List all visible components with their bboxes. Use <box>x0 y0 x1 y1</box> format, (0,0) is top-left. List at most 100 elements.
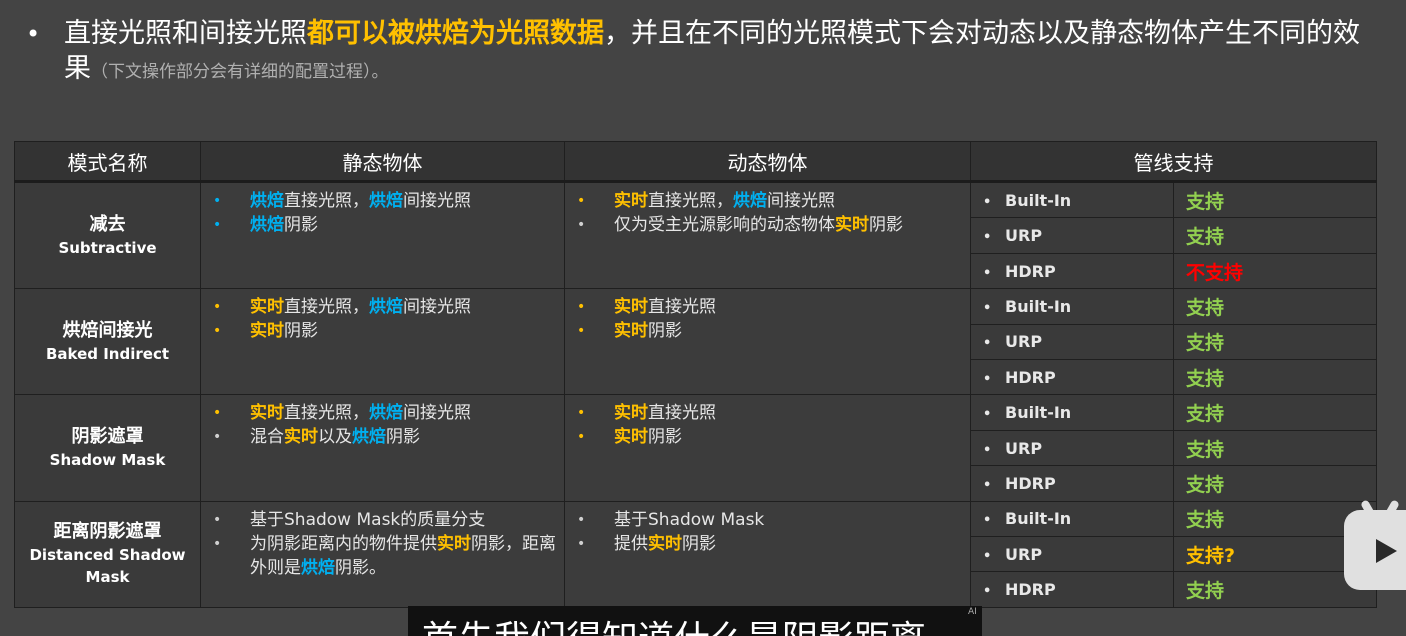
table-body: 减去Subtractive烘焙直接光照，烘焙间接光照烘焙阴影实时直接光照，烘焙间… <box>14 180 1377 609</box>
list-text: 混合 <box>250 427 284 448</box>
table-header-row: 模式名称 静态物体 动态物体 管线支持 <box>14 141 1377 183</box>
bilibili-tv-play-icon[interactable] <box>1344 499 1406 590</box>
list-item: 实时直接光照 <box>577 295 962 319</box>
static-bullet-list: 实时直接光照，烘焙间接光照实时阴影 <box>201 295 564 343</box>
list-text: 阴影 <box>386 427 420 448</box>
highlight-term: 实时 <box>614 427 648 448</box>
list-text: 直接光照， <box>284 403 369 424</box>
support-status: 支持 <box>1173 217 1377 254</box>
subtitle-text: 首先我们得知道什么是阴影距离 <box>422 610 926 636</box>
pipeline-name: HDRP <box>1005 367 1056 387</box>
mode-name-en: Subtractive <box>58 238 157 257</box>
list-text: 直接光照， <box>648 191 733 211</box>
list-text: 阴影 <box>284 215 318 235</box>
list-text: 阴影。 <box>335 557 386 578</box>
static-bullet-list: 烘焙直接光照，烘焙间接光照烘焙阴影 <box>201 189 564 237</box>
dynamic-bullet-list: 基于Shadow Mask提供实时阴影 <box>565 508 970 556</box>
list-item: 烘焙直接光照，烘焙间接光照 <box>213 189 556 213</box>
list-item: 仅为受主光源影响的动态物体实时阴影 <box>577 213 962 237</box>
dynamic-objects-cell: 实时直接光照，烘焙间接光照仅为受主光源影响的动态物体实时阴影 <box>564 180 971 290</box>
list-text: 基于Shadow Mask的质量分支 <box>250 509 486 530</box>
list-text: 阴影 <box>648 427 682 448</box>
support-status: 支持 <box>1173 180 1377 219</box>
pipeline-name-cell: • HDRP <box>970 252 1174 290</box>
list-text: 间接光照 <box>403 297 471 318</box>
list-text: 直接光照 <box>648 297 716 318</box>
pipeline-name: HDRP <box>1005 580 1056 600</box>
list-text: 阴影 <box>869 215 903 235</box>
pipeline-name-cell: • Built-In <box>970 500 1174 538</box>
lighting-mode-table: 模式名称 静态物体 动态物体 管线支持 减去Subtractive烘焙直接光照，… <box>14 141 1377 609</box>
list-text: 直接光照， <box>284 297 369 318</box>
static-objects-cell: 基于Shadow Mask的质量分支为阴影距离内的物件提供实时阴影，距离外则是烘… <box>200 500 565 609</box>
list-text: 间接光照 <box>767 191 835 211</box>
list-item: 提供实时阴影 <box>577 532 962 556</box>
static-bullet-list: 实时直接光照，烘焙间接光照混合实时以及烘焙阴影 <box>201 401 564 449</box>
header-mode-name: 模式名称 <box>14 141 201 183</box>
highlight-term: 实时 <box>614 403 648 424</box>
pipeline-name-cell: • URP <box>970 217 1174 254</box>
mode-name-cn: 阴影遮罩 <box>71 426 144 448</box>
highlight-term: 烘焙 <box>369 403 403 424</box>
pipeline-bullet: • <box>983 407 992 423</box>
highlight-term: 实时 <box>648 533 682 554</box>
support-status: 支持 <box>1173 465 1377 502</box>
list-text: 直接光照 <box>648 403 716 424</box>
pipeline-bullet: • <box>983 300 992 316</box>
pipeline-name-cell: • HDRP <box>970 571 1174 608</box>
list-text: 阴影 <box>682 533 716 554</box>
pipeline-bullet: • <box>983 584 992 600</box>
pipeline-name-cell: • URP <box>970 429 1174 467</box>
pipeline-name-cell: • Built-In <box>970 394 1174 431</box>
highlight-term: 实时 <box>437 533 471 554</box>
static-objects-cell: 烘焙直接光照，烘焙间接光照烘焙阴影 <box>200 180 565 290</box>
highlight-term: 实时 <box>835 215 869 235</box>
pipeline-bullet: • <box>983 230 992 246</box>
pipeline-name: HDRP <box>1005 473 1056 493</box>
pipeline-name-cell: • HDRP <box>970 465 1174 502</box>
video-subtitle: 首先我们得知道什么是阴影距离 <box>408 606 982 636</box>
pipeline-name: URP <box>1005 226 1043 246</box>
support-status: 支持 <box>1173 429 1377 467</box>
dynamic-bullet-list: 实时直接光照实时阴影 <box>565 401 970 449</box>
static-bullet-list: 基于Shadow Mask的质量分支为阴影距离内的物件提供实时阴影，距离外则是烘… <box>201 508 564 580</box>
pipeline-bullet: • <box>983 548 992 564</box>
header-dynamic-objects: 动态物体 <box>564 141 971 183</box>
highlight-term: 实时 <box>284 427 318 448</box>
highlight-term: 实时 <box>250 321 284 342</box>
tv-ear-right <box>1384 499 1400 519</box>
list-item: 实时阴影 <box>577 319 962 343</box>
dynamic-bullet-list: 实时直接光照实时阴影 <box>565 295 970 343</box>
intro-highlight: 都可以被烘焙为光照数据 <box>307 18 604 49</box>
list-text: 间接光照 <box>403 191 471 211</box>
mode-name-cn: 距离阴影遮罩 <box>53 521 162 543</box>
table-row: 烘焙间接光Baked Indirect实时直接光照，烘焙间接光照实时阴影实时直接… <box>14 288 1377 396</box>
intro-bullet-paragraph: • 直接光照和间接光照都可以被烘焙为光照数据，并且在不同的光照模式下会对动态以及… <box>26 16 1366 90</box>
list-item: 为阴影距离内的物件提供实时阴影，距离外则是烘焙阴影。 <box>213 532 556 580</box>
list-text: 阴影 <box>648 321 682 342</box>
highlight-term: 烘焙 <box>301 557 335 578</box>
highlight-term: 烘焙 <box>369 297 403 318</box>
pipeline-bullet: • <box>983 265 992 281</box>
highlight-term: 实时 <box>250 297 284 318</box>
table-row: 距离阴影遮罩 Distanced Shadow Mask 基于Shadow Mask… <box>14 500 1377 609</box>
pipeline-bullet: • <box>983 194 992 210</box>
support-status: 不支持 <box>1173 252 1377 290</box>
mode-name-cn: 减去 <box>89 213 126 235</box>
dynamic-objects-cell: 实时直接光照实时阴影 <box>564 394 971 502</box>
highlight-term: 烘焙 <box>250 191 284 211</box>
list-text: 直接光照， <box>284 191 369 211</box>
pipeline-bullet: • <box>983 442 992 458</box>
static-objects-cell: 实时直接光照，烘焙间接光照混合实时以及烘焙阴影 <box>200 394 565 502</box>
list-item: 实时阴影 <box>213 319 556 343</box>
highlight-term: 实时 <box>614 297 648 318</box>
highlight-term: 实时 <box>614 321 648 342</box>
pipeline-bullet: • <box>983 336 992 352</box>
intro-text: 直接光照和间接光照都可以被烘焙为光照数据，并且在不同的光照模式下会对动态以及静态… <box>64 16 1366 90</box>
support-status: 支持 <box>1173 323 1377 361</box>
pipeline-name: Built-In <box>1005 403 1072 423</box>
dynamic-objects-cell: 实时直接光照实时阴影 <box>564 288 971 396</box>
support-status: 支持 <box>1173 359 1377 396</box>
header-static-objects: 静态物体 <box>200 141 565 183</box>
mode-name-cell: 烘焙间接光 Baked Indirect <box>14 288 201 396</box>
